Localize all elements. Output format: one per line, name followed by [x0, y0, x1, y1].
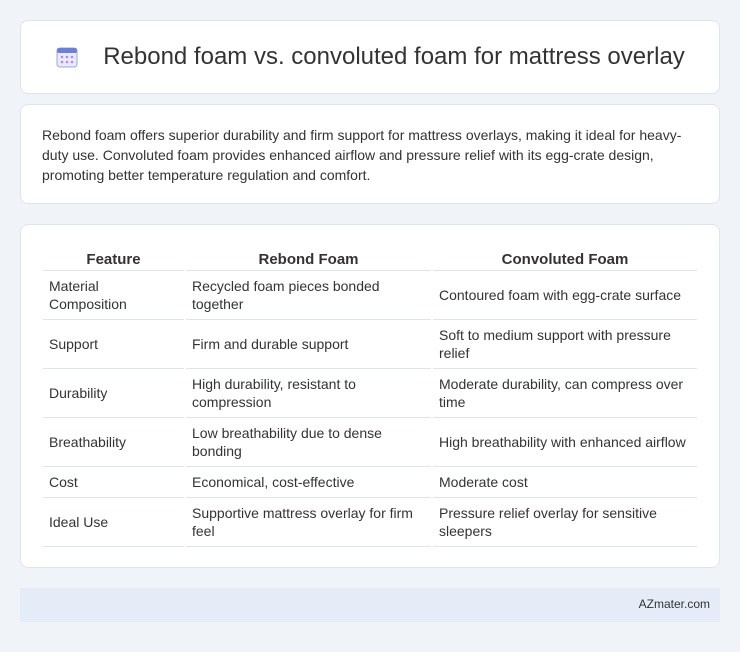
comparison-table: Feature Rebond Foam Convoluted Foam Mate…	[41, 245, 699, 547]
table-row: Material Composition Recycled foam piece…	[43, 271, 697, 320]
table-cell: Firm and durable support	[186, 320, 431, 369]
table-cell: Economical, cost-effective	[186, 467, 431, 498]
table-cell: Moderate durability, can compress over t…	[433, 369, 697, 418]
footer-bar: AZmater.com	[20, 588, 720, 622]
title-card: Rebond foam vs. convoluted foam for matt…	[20, 20, 720, 94]
table-cell: Cost	[43, 467, 184, 498]
intro-card: Rebond foam offers superior durability a…	[20, 104, 720, 204]
column-header-rebond: Rebond Foam	[186, 245, 431, 271]
table-cell: Contoured foam with egg-crate surface	[433, 271, 697, 320]
table-cell: Recycled foam pieces bonded together	[186, 271, 431, 320]
table-row: Breathability Low breathability due to d…	[43, 418, 697, 467]
table-cell: Low breathability due to dense bonding	[186, 418, 431, 467]
table-row: Durability High durability, resistant to…	[43, 369, 697, 418]
table-cell: Soft to medium support with pressure rel…	[433, 320, 697, 369]
page-title: Rebond foam vs. convoluted foam for matt…	[103, 43, 685, 70]
table-cell: Supportive mattress overlay for firm fee…	[186, 498, 431, 547]
table-cell: Support	[43, 320, 184, 369]
table-row: Ideal Use Supportive mattress overlay fo…	[43, 498, 697, 547]
table-header-row: Feature Rebond Foam Convoluted Foam	[43, 245, 697, 271]
footer-site-link[interactable]: AZmater.com	[639, 597, 710, 611]
comparison-card: Feature Rebond Foam Convoluted Foam Mate…	[20, 224, 720, 568]
table-cell: Pressure relief overlay for sensitive sl…	[433, 498, 697, 547]
table-row: Cost Economical, cost-effective Moderate…	[43, 467, 697, 498]
table-row: Support Firm and durable support Soft to…	[43, 320, 697, 369]
calendar-icon	[55, 45, 79, 69]
table-cell: Material Composition	[43, 271, 184, 320]
table-cell: Moderate cost	[433, 467, 697, 498]
table-cell: Durability	[43, 369, 184, 418]
column-header-feature: Feature	[43, 245, 184, 271]
title-bar: Rebond foam vs. convoluted foam for matt…	[21, 21, 719, 93]
intro-paragraph: Rebond foam offers superior durability a…	[42, 127, 682, 183]
table-cell: High durability, resistant to compressio…	[186, 369, 431, 418]
column-header-convoluted: Convoluted Foam	[433, 245, 697, 271]
table-cell: High breathability with enhanced airflow	[433, 418, 697, 467]
table-cell: Ideal Use	[43, 498, 184, 547]
table-cell: Breathability	[43, 418, 184, 467]
